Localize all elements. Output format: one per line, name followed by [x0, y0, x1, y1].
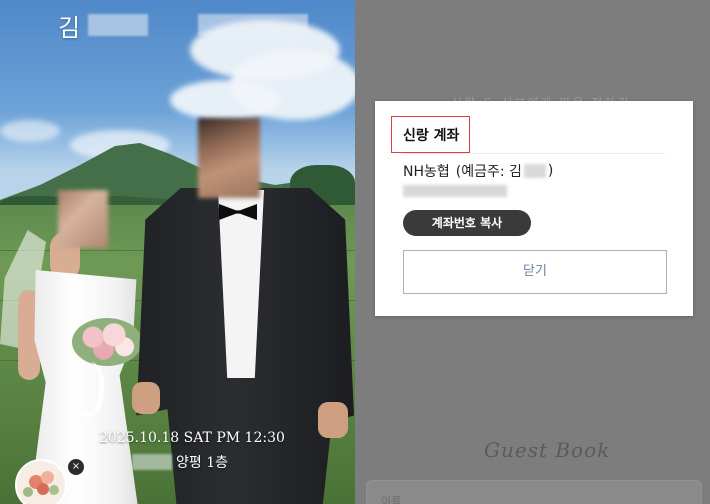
modal-title-highlight: 신랑 계좌	[391, 116, 470, 153]
groom-face-blur	[198, 118, 260, 198]
holder-prefix: (예금주: 김	[455, 164, 522, 180]
name-blur	[198, 14, 308, 36]
close-icon[interactable]: ×	[68, 459, 84, 475]
wedding-photo: 김 2025.10.18 SAT PM 12:30 양평 1층 ×	[0, 0, 355, 504]
account-number-blur	[403, 185, 507, 197]
guestbook-name-input[interactable]: 이름	[366, 480, 702, 504]
hand	[132, 382, 160, 414]
guestbook-title: Guest Book	[484, 438, 611, 462]
bank-holder-line: NH농협 (예금주: 김 )	[403, 161, 553, 181]
couple-name-initial: 김	[58, 14, 81, 42]
name-blur	[88, 14, 148, 36]
close-button[interactable]: 닫기	[403, 250, 667, 294]
copy-account-button[interactable]: 계좌번호 복사	[403, 210, 531, 236]
account-modal: 신랑 계좌 NH농협 (예금주: 김 ) 계좌번호 복사 닫기	[375, 101, 693, 316]
holder-name-blur	[523, 164, 546, 178]
bride-face-blur	[58, 190, 108, 248]
divider	[403, 153, 665, 154]
holder-suffix: )	[547, 163, 554, 179]
ribbon	[70, 362, 104, 418]
venue-name-blur	[132, 454, 172, 470]
bank-name: NH농협	[403, 164, 450, 180]
music-badge[interactable]	[15, 459, 67, 504]
hand	[318, 402, 348, 438]
modal-title: 신랑 계좌	[403, 128, 460, 144]
wedding-date: 2025.10.18 SAT PM 12:30	[99, 430, 285, 446]
bouquet	[72, 318, 142, 366]
venue-line: 양평 1층	[132, 452, 228, 472]
cloud	[0, 120, 60, 142]
cloud	[170, 80, 280, 120]
venue-text: 양평 1층	[176, 455, 228, 471]
